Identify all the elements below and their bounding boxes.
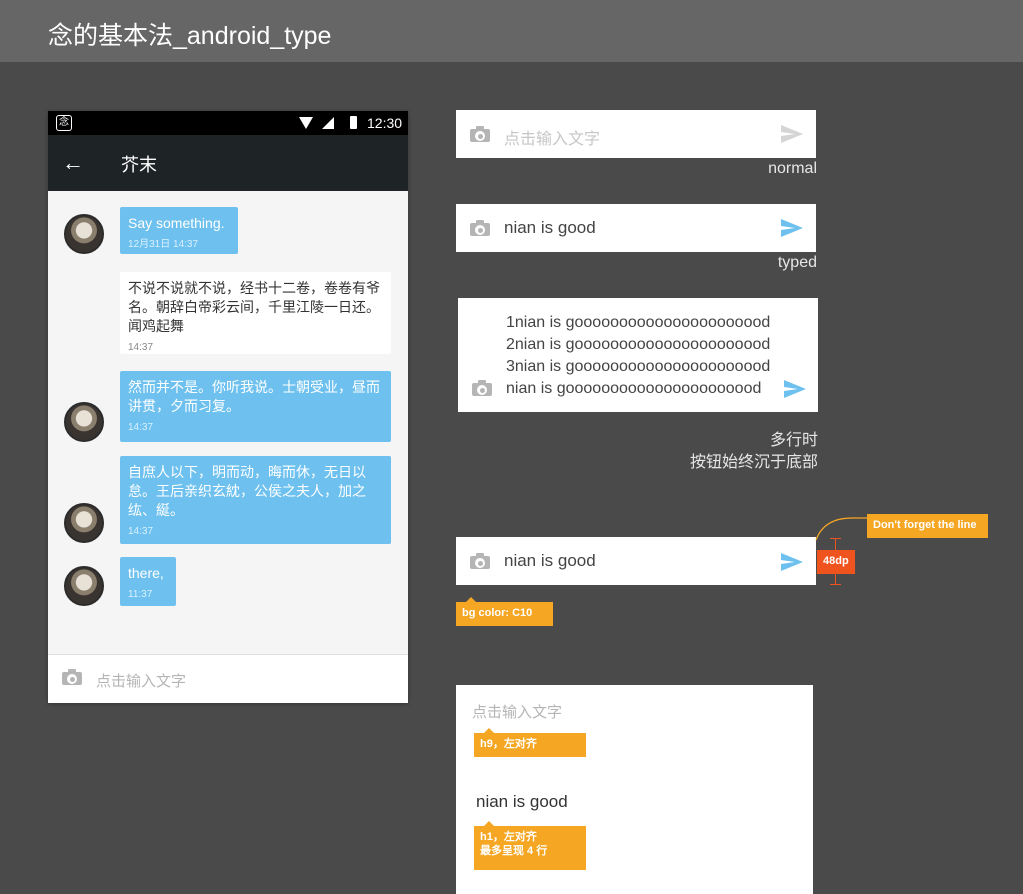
camera-icon[interactable] bbox=[62, 669, 82, 685]
app-bar: ← 芥末 bbox=[48, 135, 408, 191]
chat-title: 芥末 bbox=[121, 155, 157, 175]
message-bubble[interactable]: 自庶人以下，明而动，晦而休，无日以怠。王后亲织玄紞，公侯之夫人，加之纮、綖。 1… bbox=[120, 456, 391, 544]
message-bubble[interactable]: 不说不说就不说，经书十二卷，卷卷有爷名。朝辞白帝彩云间，千里江陵一日还。闻鸡起舞… bbox=[120, 272, 391, 354]
input-field-typed[interactable]: nian is good bbox=[456, 204, 816, 252]
camera-icon[interactable] bbox=[470, 220, 490, 236]
send-icon[interactable] bbox=[784, 380, 806, 398]
input-field-multiline[interactable]: 1nian is goooooooooooooooooooood 2nian i… bbox=[458, 298, 818, 412]
input-placeholder[interactable]: 点击输入文字 bbox=[504, 125, 600, 149]
battery-icon bbox=[350, 116, 357, 129]
caption-multiline-line1: 多行时 bbox=[769, 432, 818, 449]
page-title: 念的基本法_android_type bbox=[48, 22, 332, 50]
signal-icon bbox=[322, 117, 334, 129]
app-notification-icon: 念 bbox=[56, 115, 72, 131]
camera-icon[interactable] bbox=[472, 380, 492, 396]
phone-mockup: 念 12:30 ← 芥末 Say something. 12月31日 14:37… bbox=[48, 111, 408, 703]
multiline-line: 1nian is goooooooooooooooooooood bbox=[506, 314, 771, 331]
send-icon[interactable] bbox=[781, 125, 803, 143]
message-text: there, bbox=[128, 565, 164, 581]
message-bubble[interactable]: there, 11:37 bbox=[120, 557, 176, 606]
multiline-line: nian is goooooooooooooooooooood bbox=[506, 380, 762, 397]
typography-spec-panel: 点击输入文字 h9，左对齐 nian is good h1，左对齐 最多呈现 4… bbox=[456, 685, 813, 894]
message-text: 不说不说就不说，经书十二卷，卷卷有爷名。朝辞白帝彩云间，千里江陵一日还。闻鸡起舞 bbox=[128, 280, 380, 334]
input-value[interactable]: nian is good bbox=[504, 551, 596, 571]
chat-input-bar[interactable]: 点击输入文字 bbox=[48, 654, 408, 703]
message-time: 14:37 bbox=[128, 342, 154, 353]
page-header: 念的基本法_android_type bbox=[0, 0, 1023, 62]
message-bubble[interactable]: Say something. 12月31日 14:37 bbox=[120, 207, 238, 254]
caption-multiline-line2: 按钮始终沉于底部 bbox=[689, 454, 818, 471]
camera-icon[interactable] bbox=[470, 126, 490, 142]
avatar[interactable] bbox=[64, 566, 104, 606]
tag-value-style-line2: 最多呈现 4 行 bbox=[480, 845, 548, 857]
dimension-tick-bottom bbox=[830, 584, 841, 585]
multiline-text[interactable]: 1nian is goooooooooooooooooooood 2nian i… bbox=[506, 312, 770, 400]
message-time: 14:37 bbox=[128, 422, 154, 433]
multiline-line: 2nian is goooooooooooooooooooood bbox=[506, 336, 771, 353]
avatar[interactable] bbox=[64, 503, 104, 543]
message-text: Say something. bbox=[128, 215, 225, 231]
caption-multiline: 多行时 按钮始终沉于底部 bbox=[600, 430, 818, 474]
spec-placeholder: 点击输入文字 bbox=[472, 704, 563, 721]
message-bubble[interactable]: 然而并不是。你听我说。士朝受业，昼而讲贯，夕而习复。 14:37 bbox=[120, 371, 391, 442]
send-icon[interactable] bbox=[781, 553, 803, 571]
avatar[interactable] bbox=[64, 402, 104, 442]
back-arrow-icon[interactable]: ← bbox=[62, 149, 84, 177]
camera-icon[interactable] bbox=[470, 553, 490, 569]
tag-placeholder-style-label: h9，左对齐 bbox=[480, 738, 537, 750]
input-field-annotated[interactable]: nian is good bbox=[456, 537, 816, 585]
tag-value-style: h1，左对齐 最多呈现 4 行 bbox=[474, 821, 586, 870]
status-bar: 念 12:30 bbox=[48, 111, 408, 135]
tag-dont-forget-line: Don't forget the line bbox=[867, 514, 988, 538]
chat-input-placeholder[interactable]: 点击输入文字 bbox=[96, 670, 186, 691]
tag-bg-color-label: bg color: C10 bbox=[462, 607, 533, 619]
caption-normal: normal bbox=[768, 160, 817, 177]
tag-value-style-line1: h1，左对齐 bbox=[480, 831, 537, 843]
send-icon[interactable] bbox=[781, 219, 803, 237]
annotation-connector bbox=[815, 517, 870, 541]
input-value[interactable]: nian is good bbox=[504, 218, 596, 238]
avatar[interactable] bbox=[64, 214, 104, 254]
message-time: 12月31日 14:37 bbox=[128, 239, 199, 250]
wifi-icon bbox=[299, 117, 313, 129]
message-time: 11:37 bbox=[128, 589, 153, 600]
message-time: 14:37 bbox=[128, 526, 154, 537]
spec-value: nian is good bbox=[476, 792, 568, 811]
caption-typed: typed bbox=[777, 254, 817, 271]
dimension-tick-top bbox=[830, 538, 841, 539]
status-time: 12:30 bbox=[367, 115, 403, 131]
input-field-normal[interactable]: 点击输入文字 bbox=[456, 110, 816, 158]
multiline-line: 3nian is goooooooooooooooooooood bbox=[506, 358, 771, 375]
tag-bg-color: bg color: C10 bbox=[456, 597, 553, 626]
tag-placeholder-style: h9，左对齐 bbox=[474, 728, 586, 757]
message-text: 自庶人以下，明而动，晦而休，无日以怠。王后亲织玄紞，公侯之夫人，加之纮、綖。 bbox=[128, 464, 366, 518]
tag-height-48dp: 48dp bbox=[817, 550, 855, 574]
message-text: 然而并不是。你听我说。士朝受业，昼而讲贯，夕而习复。 bbox=[128, 379, 380, 414]
